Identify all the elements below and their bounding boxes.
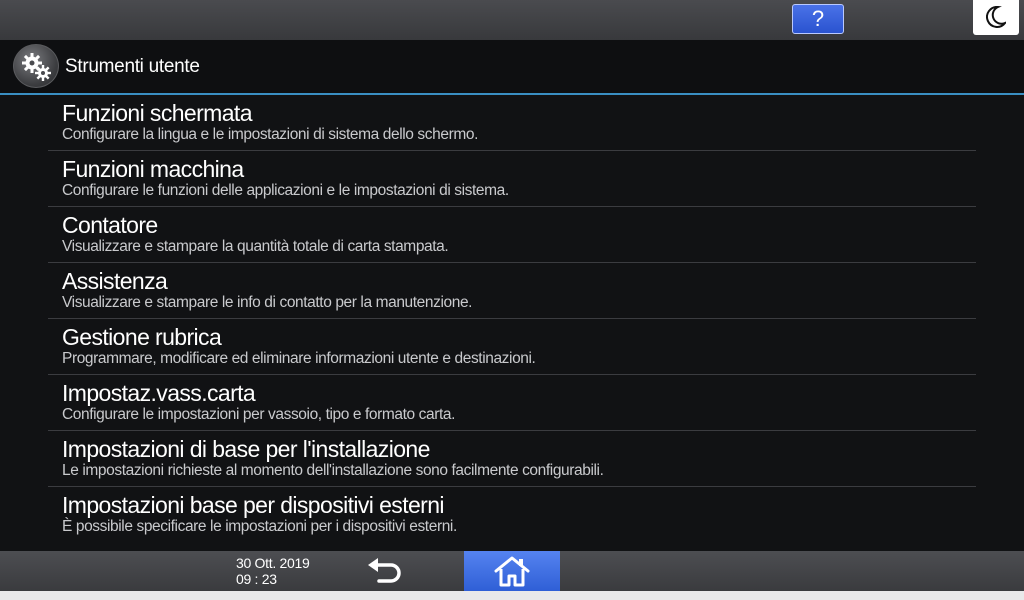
menu-item-description: Visualizzare e stampare la quantità tota… <box>62 238 449 255</box>
footer-strip <box>0 591 1024 600</box>
time-text: 09 : 23 <box>236 571 277 587</box>
date-time-display: 30 Ott. 2019 09 : 23 <box>236 555 310 587</box>
menu-item-title: Impostazioni base per dispositivi estern… <box>62 492 445 518</box>
date-text: 30 Ott. 2019 <box>236 555 310 571</box>
menu-item-title: Funzioni macchina <box>62 156 244 182</box>
back-button[interactable] <box>356 553 412 589</box>
moon-icon <box>986 6 1006 28</box>
menu-item-description: Le impostazioni richieste al momento del… <box>62 462 604 479</box>
back-arrow-icon <box>368 558 401 583</box>
menu-item-title: Funzioni schermata <box>62 100 253 126</box>
home-icon <box>494 556 530 587</box>
menu-item-description: Programmare, modificare ed eliminare inf… <box>62 350 536 367</box>
night-mode-button[interactable] <box>973 0 1019 35</box>
top-status-bar: ? <box>0 0 1024 40</box>
menu-item-assistenza[interactable]: Assistenza Visualizzare e stampare le in… <box>48 263 976 319</box>
help-button[interactable]: ? <box>792 4 844 34</box>
menu-item-description: Configurare la lingua e le impostazioni … <box>62 126 478 143</box>
menu-item-funzioni-schermata[interactable]: Funzioni schermata Configurare la lingua… <box>48 95 976 151</box>
menu-item-title: Contatore <box>62 212 158 238</box>
menu-item-title: Impostaz.vass.carta <box>62 380 256 406</box>
menu-item-description: Visualizzare e stampare le info di conta… <box>62 294 473 311</box>
gears-icon <box>13 44 59 88</box>
home-button[interactable] <box>464 551 560 591</box>
menu-item-description: Configurare le funzioni delle applicazio… <box>62 182 509 199</box>
menu-item-title: Impostazioni di base per l'installazione <box>62 436 430 462</box>
menu-item-contatore[interactable]: Contatore Visualizzare e stampare la qua… <box>48 207 976 263</box>
menu-item-impostaz-vass-carta[interactable]: Impostaz.vass.carta Configurare le impos… <box>48 375 976 431</box>
settings-menu-list: Funzioni schermata Configurare la lingua… <box>48 95 976 543</box>
menu-item-impostazioni-installazione[interactable]: Impostazioni di base per l'installazione… <box>48 431 976 487</box>
menu-item-description: Configurare le impostazioni per vassoio,… <box>62 406 456 423</box>
menu-item-gestione-rubrica[interactable]: Gestione rubrica Programmare, modificare… <box>48 319 976 375</box>
menu-item-title: Gestione rubrica <box>62 324 222 350</box>
menu-item-dispositivi-esterni[interactable]: Impostazioni base per dispositivi estern… <box>48 487 976 543</box>
page-title: Strumenti utente <box>65 56 200 77</box>
menu-item-description: È possibile specificare le impostazioni … <box>62 518 457 535</box>
menu-item-funzioni-macchina[interactable]: Funzioni macchina Configurare le funzion… <box>48 151 976 207</box>
bottom-bar: 30 Ott. 2019 09 : 23 <box>0 551 1024 591</box>
title-bar: Strumenti utente <box>0 40 1024 95</box>
menu-item-title: Assistenza <box>62 268 168 294</box>
